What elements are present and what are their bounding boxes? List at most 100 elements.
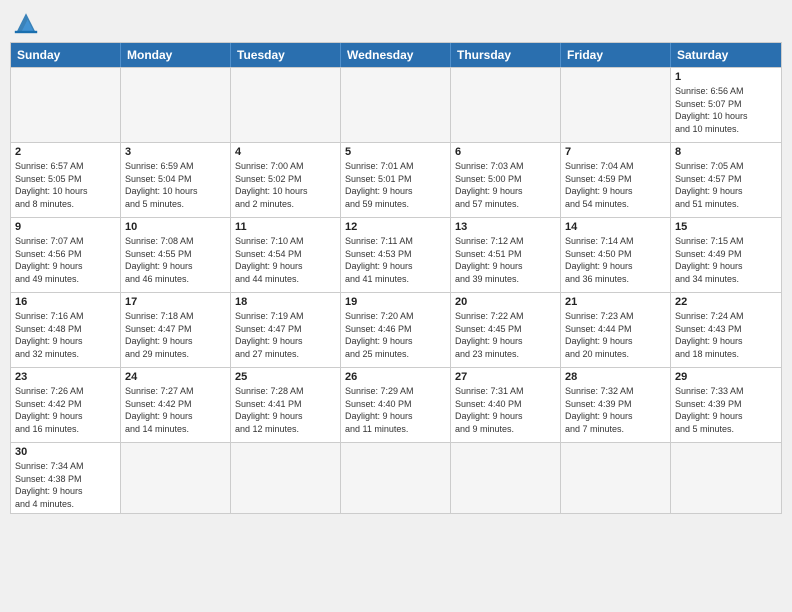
day-info: Sunrise: 7:16 AM Sunset: 4:48 PM Dayligh… [15, 310, 116, 360]
day-info: Sunrise: 7:05 AM Sunset: 4:57 PM Dayligh… [675, 160, 777, 210]
day-header-wednesday: Wednesday [341, 43, 451, 67]
day-info: Sunrise: 7:22 AM Sunset: 4:45 PM Dayligh… [455, 310, 556, 360]
general-blue-icon [10, 10, 42, 34]
calendar-cell: 3Sunrise: 6:59 AM Sunset: 5:04 PM Daylig… [121, 143, 231, 217]
day-number: 8 [675, 146, 777, 158]
week-row-5: 30 Sunrise: 7:34 AM Sunset: 4:38 PM Dayli… [11, 442, 781, 513]
day-info: Sunrise: 7:10 AM Sunset: 4:54 PM Dayligh… [235, 235, 336, 285]
day-number: 23 [15, 371, 116, 383]
calendar-cell: 23 Sunrise: 7:26 AM Sunset: 4:42 PM Dayli… [11, 368, 121, 442]
day-info: Sunrise: 7:32 AM Sunset: 4:39 PM Dayligh… [565, 385, 666, 435]
calendar-cell: 5 Sunrise: 7:01 AM Sunset: 5:01 PM Daylig… [341, 143, 451, 217]
day-info: Sunrise: 7:11 AM Sunset: 4:53 PM Dayligh… [345, 235, 446, 285]
calendar-cell: 25 Sunrise: 7:28 AM Sunset: 4:41 PM Dayli… [231, 368, 341, 442]
calendar-cell: 1 Sunrise: 6:56 AM Sunset: 5:07 PM Daylig… [671, 68, 781, 142]
calendar-cell: 26Sunrise: 7:29 AM Sunset: 4:40 PM Dayli… [341, 368, 451, 442]
calendar-cell: 11 Sunrise: 7:10 AM Sunset: 4:54 PM Dayli… [231, 218, 341, 292]
calendar-cell [341, 443, 451, 513]
day-number: 18 [235, 296, 336, 308]
calendar-cell: 7 Sunrise: 7:04 AM Sunset: 4:59 PM Daylig… [561, 143, 671, 217]
day-info: Sunrise: 7:07 AM Sunset: 4:56 PM Dayligh… [15, 235, 116, 285]
calendar-page: SundayMondayTuesdayWednesdayThursdayFrid… [0, 0, 792, 612]
day-number: 15 [675, 221, 777, 233]
day-info: Sunrise: 7:33 AM Sunset: 4:39 PM Dayligh… [675, 385, 777, 435]
calendar-cell [451, 68, 561, 142]
calendar-cell: 4 Sunrise: 7:00 AM Sunset: 5:02 PM Daylig… [231, 143, 341, 217]
calendar-cell: 8 Sunrise: 7:05 AM Sunset: 4:57 PM Daylig… [671, 143, 781, 217]
calendar-cell: 6Sunrise: 7:03 AM Sunset: 5:00 PM Daylig… [451, 143, 561, 217]
day-number: 5 [345, 146, 446, 158]
day-number: 4 [235, 146, 336, 158]
calendar: SundayMondayTuesdayWednesdayThursdayFrid… [10, 42, 782, 514]
day-number: 16 [15, 296, 116, 308]
day-number: 12 [345, 221, 446, 233]
calendar-cell: 27 Sunrise: 7:31 AM Sunset: 4:40 PM Dayli… [451, 368, 561, 442]
day-number: 29 [675, 371, 777, 383]
day-number: 10 [125, 221, 226, 233]
week-row-1: 2 Sunrise: 6:57 AM Sunset: 5:05 PM Daylig… [11, 142, 781, 217]
day-header-friday: Friday [561, 43, 671, 67]
calendar-cell: 29 Sunrise: 7:33 AM Sunset: 4:39 PM Dayli… [671, 368, 781, 442]
day-info: Sunrise: 7:31 AM Sunset: 4:40 PM Dayligh… [455, 385, 556, 435]
calendar-cell [561, 68, 671, 142]
calendar-cell: 9Sunrise: 7:07 AM Sunset: 4:56 PM Daylig… [11, 218, 121, 292]
calendar-cell: 24 Sunrise: 7:27 AM Sunset: 4:42 PM Dayli… [121, 368, 231, 442]
calendar-cell [11, 68, 121, 142]
calendar-cell: 20 Sunrise: 7:22 AM Sunset: 4:45 PM Dayli… [451, 293, 561, 367]
day-info: Sunrise: 7:20 AM Sunset: 4:46 PM Dayligh… [345, 310, 446, 360]
calendar-cell: 22 Sunrise: 7:24 AM Sunset: 4:43 PM Dayli… [671, 293, 781, 367]
day-info: Sunrise: 7:01 AM Sunset: 5:01 PM Dayligh… [345, 160, 446, 210]
calendar-cell [451, 443, 561, 513]
calendar-cell [121, 443, 231, 513]
calendar-cell [231, 443, 341, 513]
day-number: 27 [455, 371, 556, 383]
calendar-cell [231, 68, 341, 142]
calendar-cell: 16 Sunrise: 7:16 AM Sunset: 4:48 PM Dayli… [11, 293, 121, 367]
day-number: 28 [565, 371, 666, 383]
day-header-monday: Monday [121, 43, 231, 67]
day-headers: SundayMondayTuesdayWednesdayThursdayFrid… [11, 43, 781, 67]
day-number: 17 [125, 296, 226, 308]
day-info: Sunrise: 7:08 AM Sunset: 4:55 PM Dayligh… [125, 235, 226, 285]
week-row-3: 16 Sunrise: 7:16 AM Sunset: 4:48 PM Dayli… [11, 292, 781, 367]
day-info: Sunrise: 7:24 AM Sunset: 4:43 PM Dayligh… [675, 310, 777, 360]
week-row-4: 23 Sunrise: 7:26 AM Sunset: 4:42 PM Dayli… [11, 367, 781, 442]
day-header-saturday: Saturday [671, 43, 781, 67]
day-number: 20 [455, 296, 556, 308]
day-info: Sunrise: 7:15 AM Sunset: 4:49 PM Dayligh… [675, 235, 777, 285]
day-info: Sunrise: 7:00 AM Sunset: 5:02 PM Dayligh… [235, 160, 336, 210]
calendar-cell: 12 Sunrise: 7:11 AM Sunset: 4:53 PM Dayli… [341, 218, 451, 292]
day-info: Sunrise: 6:57 AM Sunset: 5:05 PM Dayligh… [15, 160, 116, 210]
day-number: 22 [675, 296, 777, 308]
calendar-cell: 2 Sunrise: 6:57 AM Sunset: 5:05 PM Daylig… [11, 143, 121, 217]
calendar-cell: 15 Sunrise: 7:15 AM Sunset: 4:49 PM Dayli… [671, 218, 781, 292]
day-info: Sunrise: 7:27 AM Sunset: 4:42 PM Dayligh… [125, 385, 226, 435]
day-header-tuesday: Tuesday [231, 43, 341, 67]
weeks: 1 Sunrise: 6:56 AM Sunset: 5:07 PM Daylig… [11, 67, 781, 513]
day-info: Sunrise: 7:18 AM Sunset: 4:47 PM Dayligh… [125, 310, 226, 360]
day-number: 30 [15, 446, 116, 458]
day-info: Sunrise: 7:03 AM Sunset: 5:00 PM Dayligh… [455, 160, 556, 210]
day-number: 14 [565, 221, 666, 233]
calendar-cell: 14 Sunrise: 7:14 AM Sunset: 4:50 PM Dayli… [561, 218, 671, 292]
day-info: Sunrise: 6:56 AM Sunset: 5:07 PM Dayligh… [675, 85, 777, 135]
day-number: 25 [235, 371, 336, 383]
day-number: 11 [235, 221, 336, 233]
day-number: 1 [675, 71, 777, 83]
day-number: 21 [565, 296, 666, 308]
day-number: 7 [565, 146, 666, 158]
week-row-0: 1 Sunrise: 6:56 AM Sunset: 5:07 PM Daylig… [11, 67, 781, 142]
calendar-cell: 30 Sunrise: 7:34 AM Sunset: 4:38 PM Dayli… [11, 443, 121, 513]
calendar-cell [561, 443, 671, 513]
week-row-2: 9Sunrise: 7:07 AM Sunset: 4:56 PM Daylig… [11, 217, 781, 292]
day-info: Sunrise: 7:04 AM Sunset: 4:59 PM Dayligh… [565, 160, 666, 210]
day-info: Sunrise: 7:26 AM Sunset: 4:42 PM Dayligh… [15, 385, 116, 435]
day-info: Sunrise: 7:28 AM Sunset: 4:41 PM Dayligh… [235, 385, 336, 435]
day-info: Sunrise: 7:14 AM Sunset: 4:50 PM Dayligh… [565, 235, 666, 285]
day-info: Sunrise: 7:29 AM Sunset: 4:40 PM Dayligh… [345, 385, 446, 435]
day-info: Sunrise: 7:23 AM Sunset: 4:44 PM Dayligh… [565, 310, 666, 360]
day-number: 2 [15, 146, 116, 158]
day-info: Sunrise: 7:34 AM Sunset: 4:38 PM Dayligh… [15, 460, 116, 510]
calendar-cell: 13Sunrise: 7:12 AM Sunset: 4:51 PM Dayli… [451, 218, 561, 292]
day-number: 24 [125, 371, 226, 383]
